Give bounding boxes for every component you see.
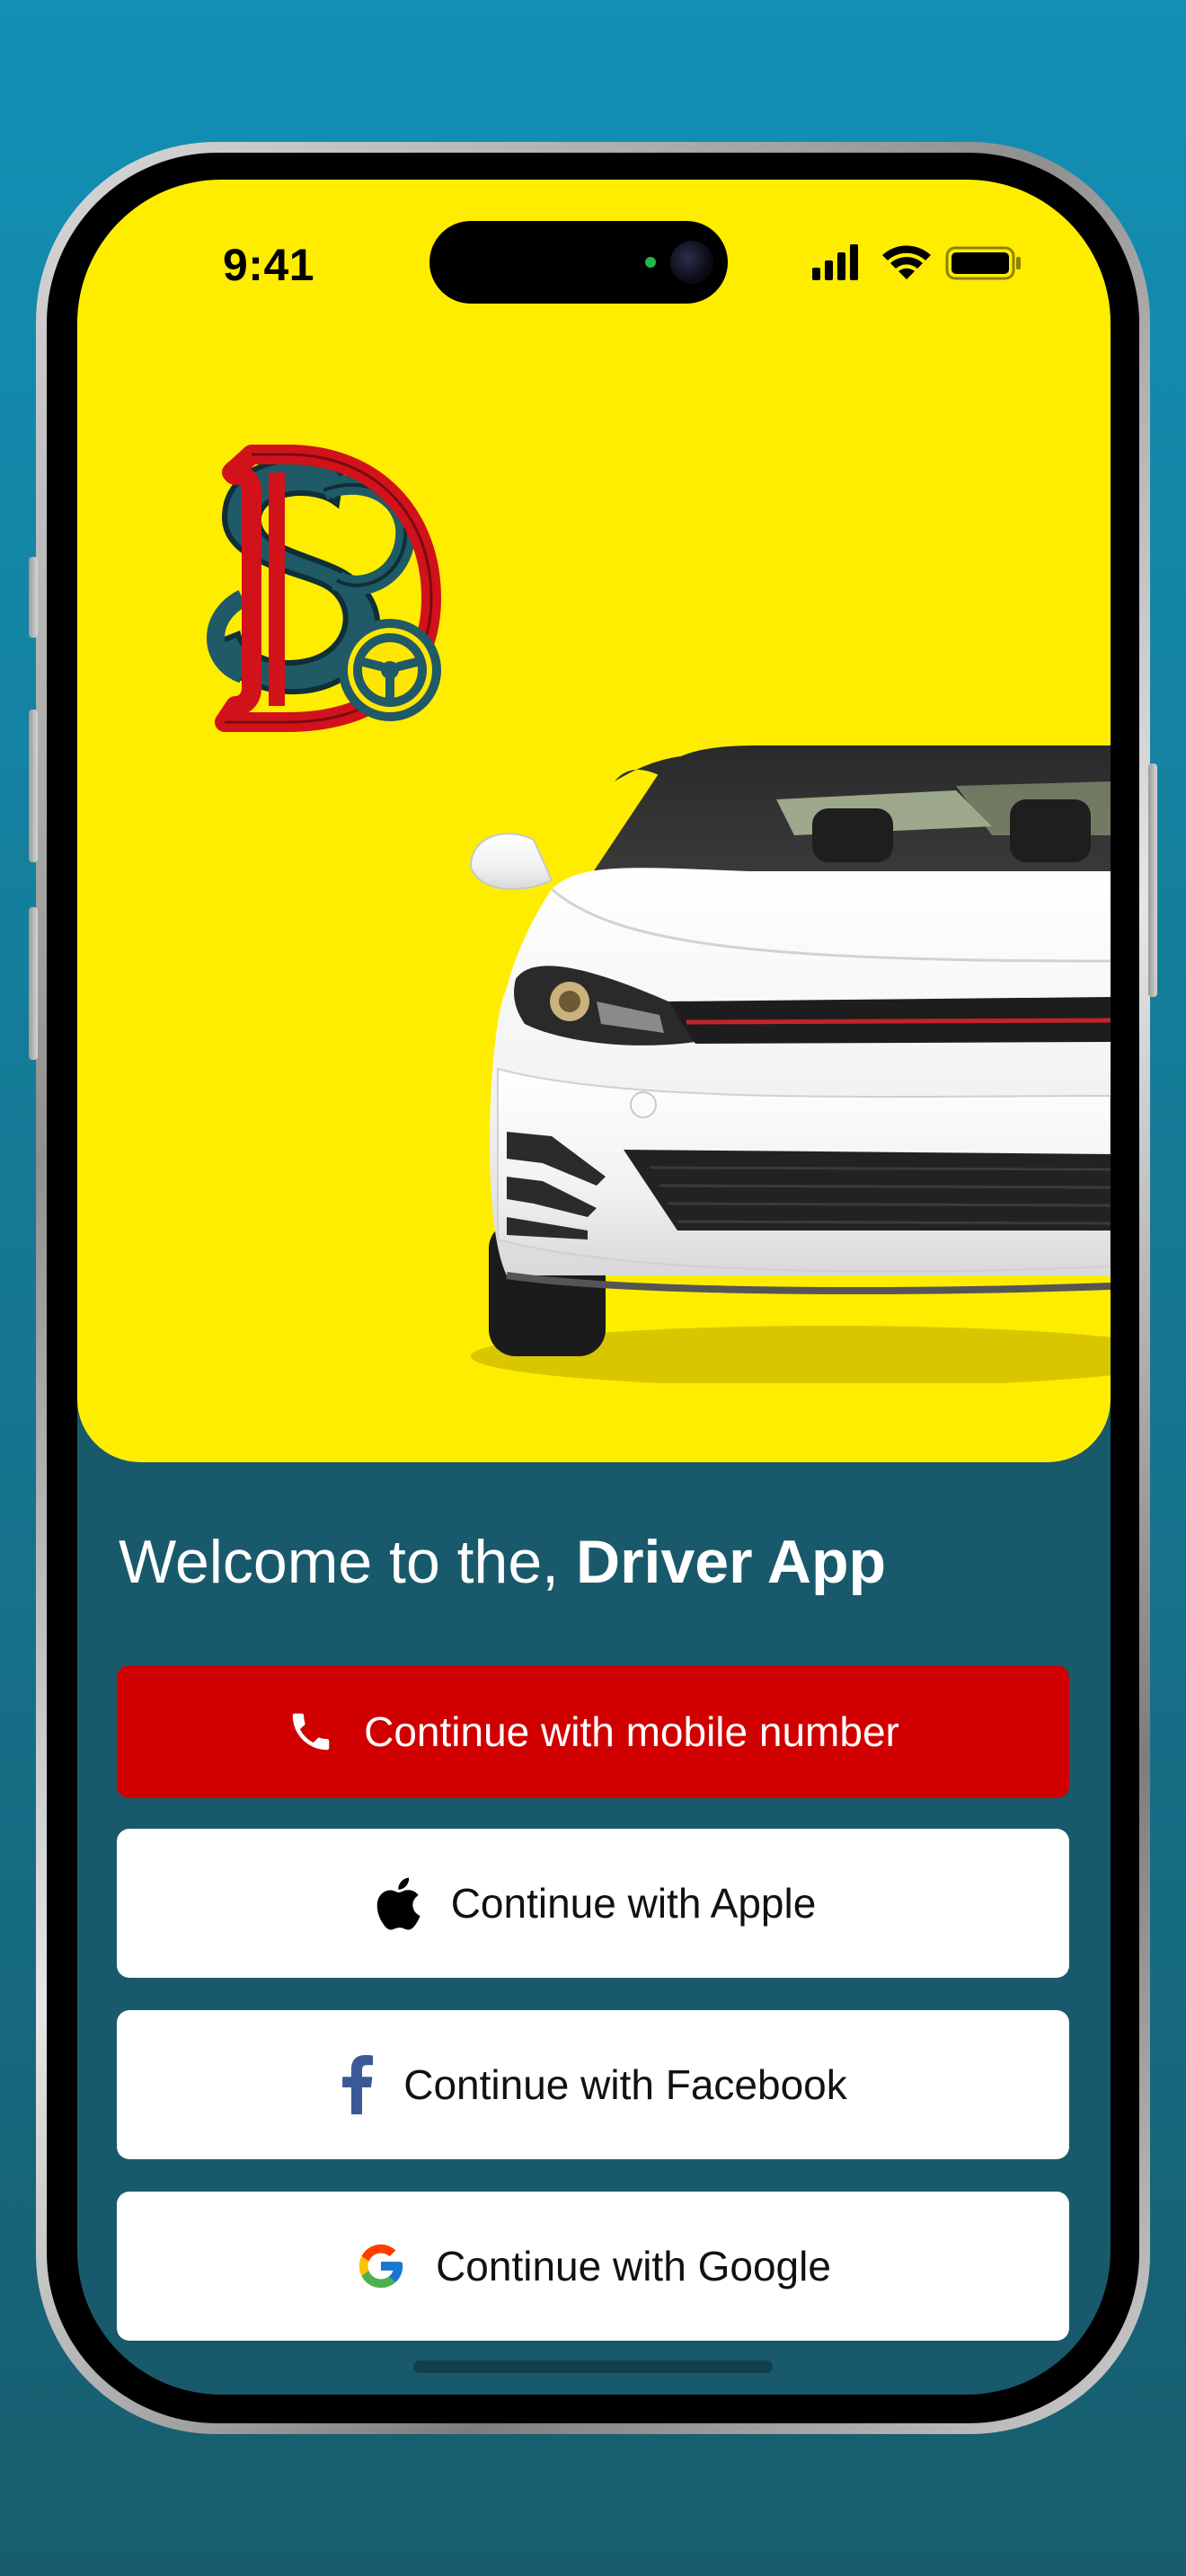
status-time: 9:41 [223, 240, 315, 290]
facebook-button-label: Continue with Facebook [403, 2061, 847, 2108]
google-icon [355, 2240, 407, 2292]
continue-with-facebook-button[interactable]: Continue with Facebook [117, 2010, 1069, 2159]
volume-up-button [29, 710, 38, 862]
phone-icon [287, 1707, 335, 1756]
google-button-label: Continue with Google [436, 2243, 831, 2289]
welcome-prefix: Welcome to the, [119, 1528, 576, 1596]
volume-down-button [29, 907, 38, 1060]
status-icons [812, 244, 1021, 280]
status-bar: 9:41 [77, 180, 1111, 304]
white-hatchback-front-view [469, 745, 1111, 1383]
facebook-icon [339, 2055, 375, 2114]
mobile-button-label: Continue with mobile number [364, 1708, 899, 1755]
battery-icon [945, 246, 1021, 280]
action-button [29, 557, 38, 638]
wifi-icon [882, 245, 931, 279]
app-name: Driver App [575, 1528, 887, 1596]
apple-icon [370, 1872, 422, 1935]
signal-icon [812, 244, 858, 280]
apple-button-label: Continue with Apple [450, 1880, 817, 1927]
continue-with-apple-button[interactable]: Continue with Apple [117, 1829, 1069, 1978]
front-camera [670, 241, 713, 284]
power-button [1148, 763, 1157, 997]
dynamic-island [429, 221, 728, 304]
welcome-heading: Welcome to the, Driver App [119, 1527, 886, 1597]
monogram-steering-wheel-logo [207, 445, 441, 732]
continue-with-google-button[interactable]: Continue with Google [117, 2192, 1069, 2341]
hero-banner: 9:41 [77, 180, 1111, 1462]
app-screen: 9:41 Welcome to the, Driver App Continue… [77, 180, 1111, 2395]
home-indicator[interactable] [413, 2360, 773, 2373]
continue-with-mobile-button[interactable]: Continue with mobile number [117, 1665, 1069, 1798]
camera-indicator-dot [645, 257, 656, 268]
